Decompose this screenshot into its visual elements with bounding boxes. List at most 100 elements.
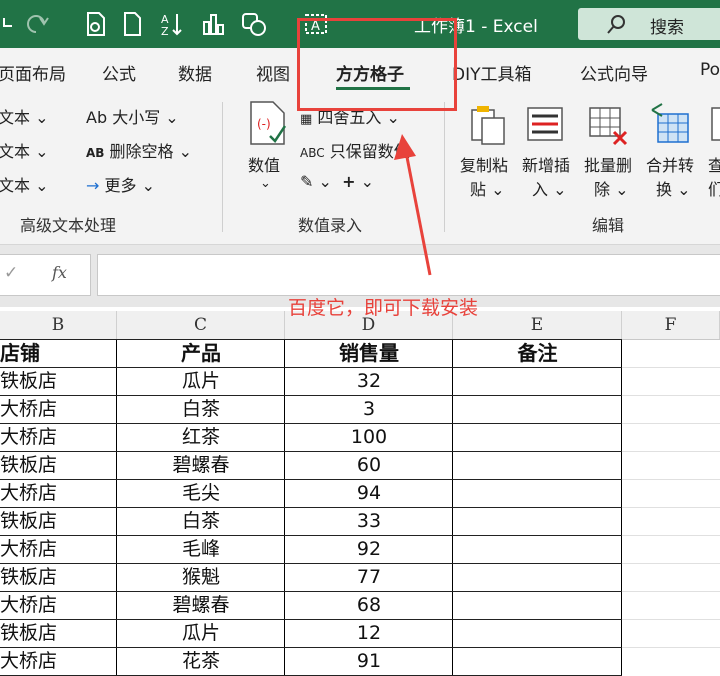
grid-line: [622, 423, 720, 424]
cell-product[interactable]: 白茶: [117, 507, 285, 535]
find-button-line2[interactable]: 们: [708, 176, 720, 200]
cell-sales[interactable]: 77: [285, 563, 453, 591]
cell-store[interactable]: 大桥店: [0, 423, 117, 451]
insert-button-line2[interactable]: 入 ⌄: [532, 176, 567, 200]
cell-notes[interactable]: [453, 647, 622, 675]
tab-data[interactable]: 数据: [178, 60, 212, 85]
cell-sales[interactable]: 60: [285, 451, 453, 479]
cell-store[interactable]: 大桥店: [0, 535, 117, 563]
redo-icon[interactable]: [22, 10, 65, 38]
find-button[interactable]: 查: [708, 152, 720, 176]
edit-fill-button[interactable]: ✎ ⌄ + ⌄: [300, 172, 374, 191]
remove-space-button[interactable]: AB 删除空格 ⌄: [86, 138, 192, 162]
cell-store[interactable]: 铁板店: [0, 367, 117, 395]
cell-notes[interactable]: [453, 563, 622, 591]
cell-store[interactable]: 铁板店: [0, 507, 117, 535]
fx-icon[interactable]: fx: [52, 263, 67, 282]
chart-icon[interactable]: [200, 10, 228, 38]
cell-sales[interactable]: 33: [285, 507, 453, 535]
cell-product[interactable]: 猴魁: [117, 563, 285, 591]
cell-product[interactable]: 白茶: [117, 395, 285, 423]
cell-product[interactable]: 毛尖: [117, 479, 285, 507]
shapes-icon[interactable]: [240, 10, 268, 38]
cell-f[interactable]: [622, 339, 720, 367]
text-menu-3[interactable]: 文本 ⌄: [0, 172, 49, 196]
column-header-b[interactable]: B: [0, 311, 117, 339]
cell-product[interactable]: 瓜片: [117, 619, 285, 647]
cell-sales[interactable]: 3: [285, 395, 453, 423]
cell-notes[interactable]: [453, 395, 622, 423]
grid-line: [622, 395, 720, 396]
column-header-c[interactable]: C: [117, 311, 285, 339]
insert-button[interactable]: 新增插: [522, 152, 570, 176]
ribbon: 文本 ⌄ 文本 ⌄ 文本 ⌄ Ab 大小写 ⌄ AB 删除空格 ⌄ → 更多 ⌄…: [0, 94, 720, 245]
cell-product[interactable]: 毛峰: [117, 535, 285, 563]
batch-delete-button-line2[interactable]: 除 ⌄: [594, 176, 629, 200]
cell-sales[interactable]: 68: [285, 591, 453, 619]
cell-sales[interactable]: 100: [285, 423, 453, 451]
cell-sales[interactable]: 12: [285, 619, 453, 647]
tab-po[interactable]: Po: [700, 60, 720, 80]
cell-product[interactable]: 红茶: [117, 423, 285, 451]
text-menu-2[interactable]: 文本 ⌄: [0, 138, 49, 162]
cell-sales[interactable]: 94: [285, 479, 453, 507]
new-file-icon[interactable]: [118, 10, 146, 38]
cell-notes[interactable]: [453, 367, 622, 395]
cell-store[interactable]: 铁板店: [0, 563, 117, 591]
batch-delete-button[interactable]: 批量删: [584, 152, 632, 176]
cell-sales[interactable]: 92: [285, 535, 453, 563]
table-row: 铁板店 瓜片 12: [0, 619, 720, 647]
tab-diy-toolbox[interactable]: DIY工具箱: [452, 60, 532, 85]
text-menu-1[interactable]: 文本 ⌄: [0, 104, 49, 128]
tab-page-layout[interactable]: 页面布局: [0, 60, 66, 85]
header-cell-product[interactable]: 产品: [117, 339, 285, 367]
tab-view[interactable]: 视图: [256, 60, 290, 85]
cell-notes[interactable]: [453, 591, 622, 619]
copy-paste-button-line2[interactable]: 贴 ⌄: [470, 176, 505, 200]
cell-notes[interactable]: [453, 451, 622, 479]
merge-convert-button-line2[interactable]: 换 ⌄: [656, 176, 691, 200]
cell-sales[interactable]: 91: [285, 647, 453, 675]
cell-store[interactable]: 铁板店: [0, 451, 117, 479]
value-button[interactable]: 数值: [248, 152, 280, 176]
cell-product[interactable]: 花茶: [117, 647, 285, 675]
cell-notes[interactable]: [453, 479, 622, 507]
header-cell-sales[interactable]: 销售量: [285, 339, 453, 367]
case-button[interactable]: Ab 大小写 ⌄: [86, 104, 179, 128]
cell-store[interactable]: 大桥店: [0, 647, 117, 675]
grid-line: [0, 479, 622, 480]
find-icon: [711, 107, 720, 141]
cell-store[interactable]: 铁板店: [0, 619, 117, 647]
cell-store[interactable]: 大桥店: [0, 479, 117, 507]
cell-notes[interactable]: [453, 535, 622, 563]
search-label: 搜索: [650, 18, 684, 38]
check-icon[interactable]: ✓: [4, 263, 18, 283]
tab-formulas[interactable]: 公式: [102, 60, 136, 85]
merge-convert-button[interactable]: 合并转: [646, 152, 694, 176]
grid-line: [622, 535, 720, 536]
round-icon: ▦: [300, 112, 313, 127]
cell-store[interactable]: 大桥店: [0, 591, 117, 619]
header-cell-notes[interactable]: 备注: [453, 339, 622, 367]
cell-product[interactable]: 碧螺春: [117, 591, 285, 619]
column-header-f[interactable]: F: [622, 311, 720, 339]
grid-line: [622, 367, 720, 368]
cell-product[interactable]: 碧螺春: [117, 451, 285, 479]
cell-store[interactable]: 大桥店: [0, 395, 117, 423]
file-icon[interactable]: [82, 10, 110, 38]
grid-line: [622, 507, 720, 508]
header-cell-store[interactable]: 店铺: [0, 339, 117, 367]
cell-sales[interactable]: 32: [285, 367, 453, 395]
more-button[interactable]: → 更多 ⌄: [86, 172, 155, 196]
search-box[interactable]: 搜索: [578, 8, 720, 40]
column-header-e[interactable]: E: [453, 311, 622, 339]
tab-formula-wizard[interactable]: 公式向导: [580, 60, 648, 85]
cell-notes[interactable]: [453, 619, 622, 647]
cell-notes[interactable]: [453, 423, 622, 451]
cell-notes[interactable]: [453, 507, 622, 535]
table-row: 铁板店 碧螺春 60: [0, 451, 720, 479]
value-dropdown-icon[interactable]: ⌄: [260, 176, 271, 191]
cell-product[interactable]: 瓜片: [117, 367, 285, 395]
sort-icon[interactable]: AZ: [158, 10, 186, 38]
copy-paste-button[interactable]: 复制粘: [460, 152, 508, 176]
